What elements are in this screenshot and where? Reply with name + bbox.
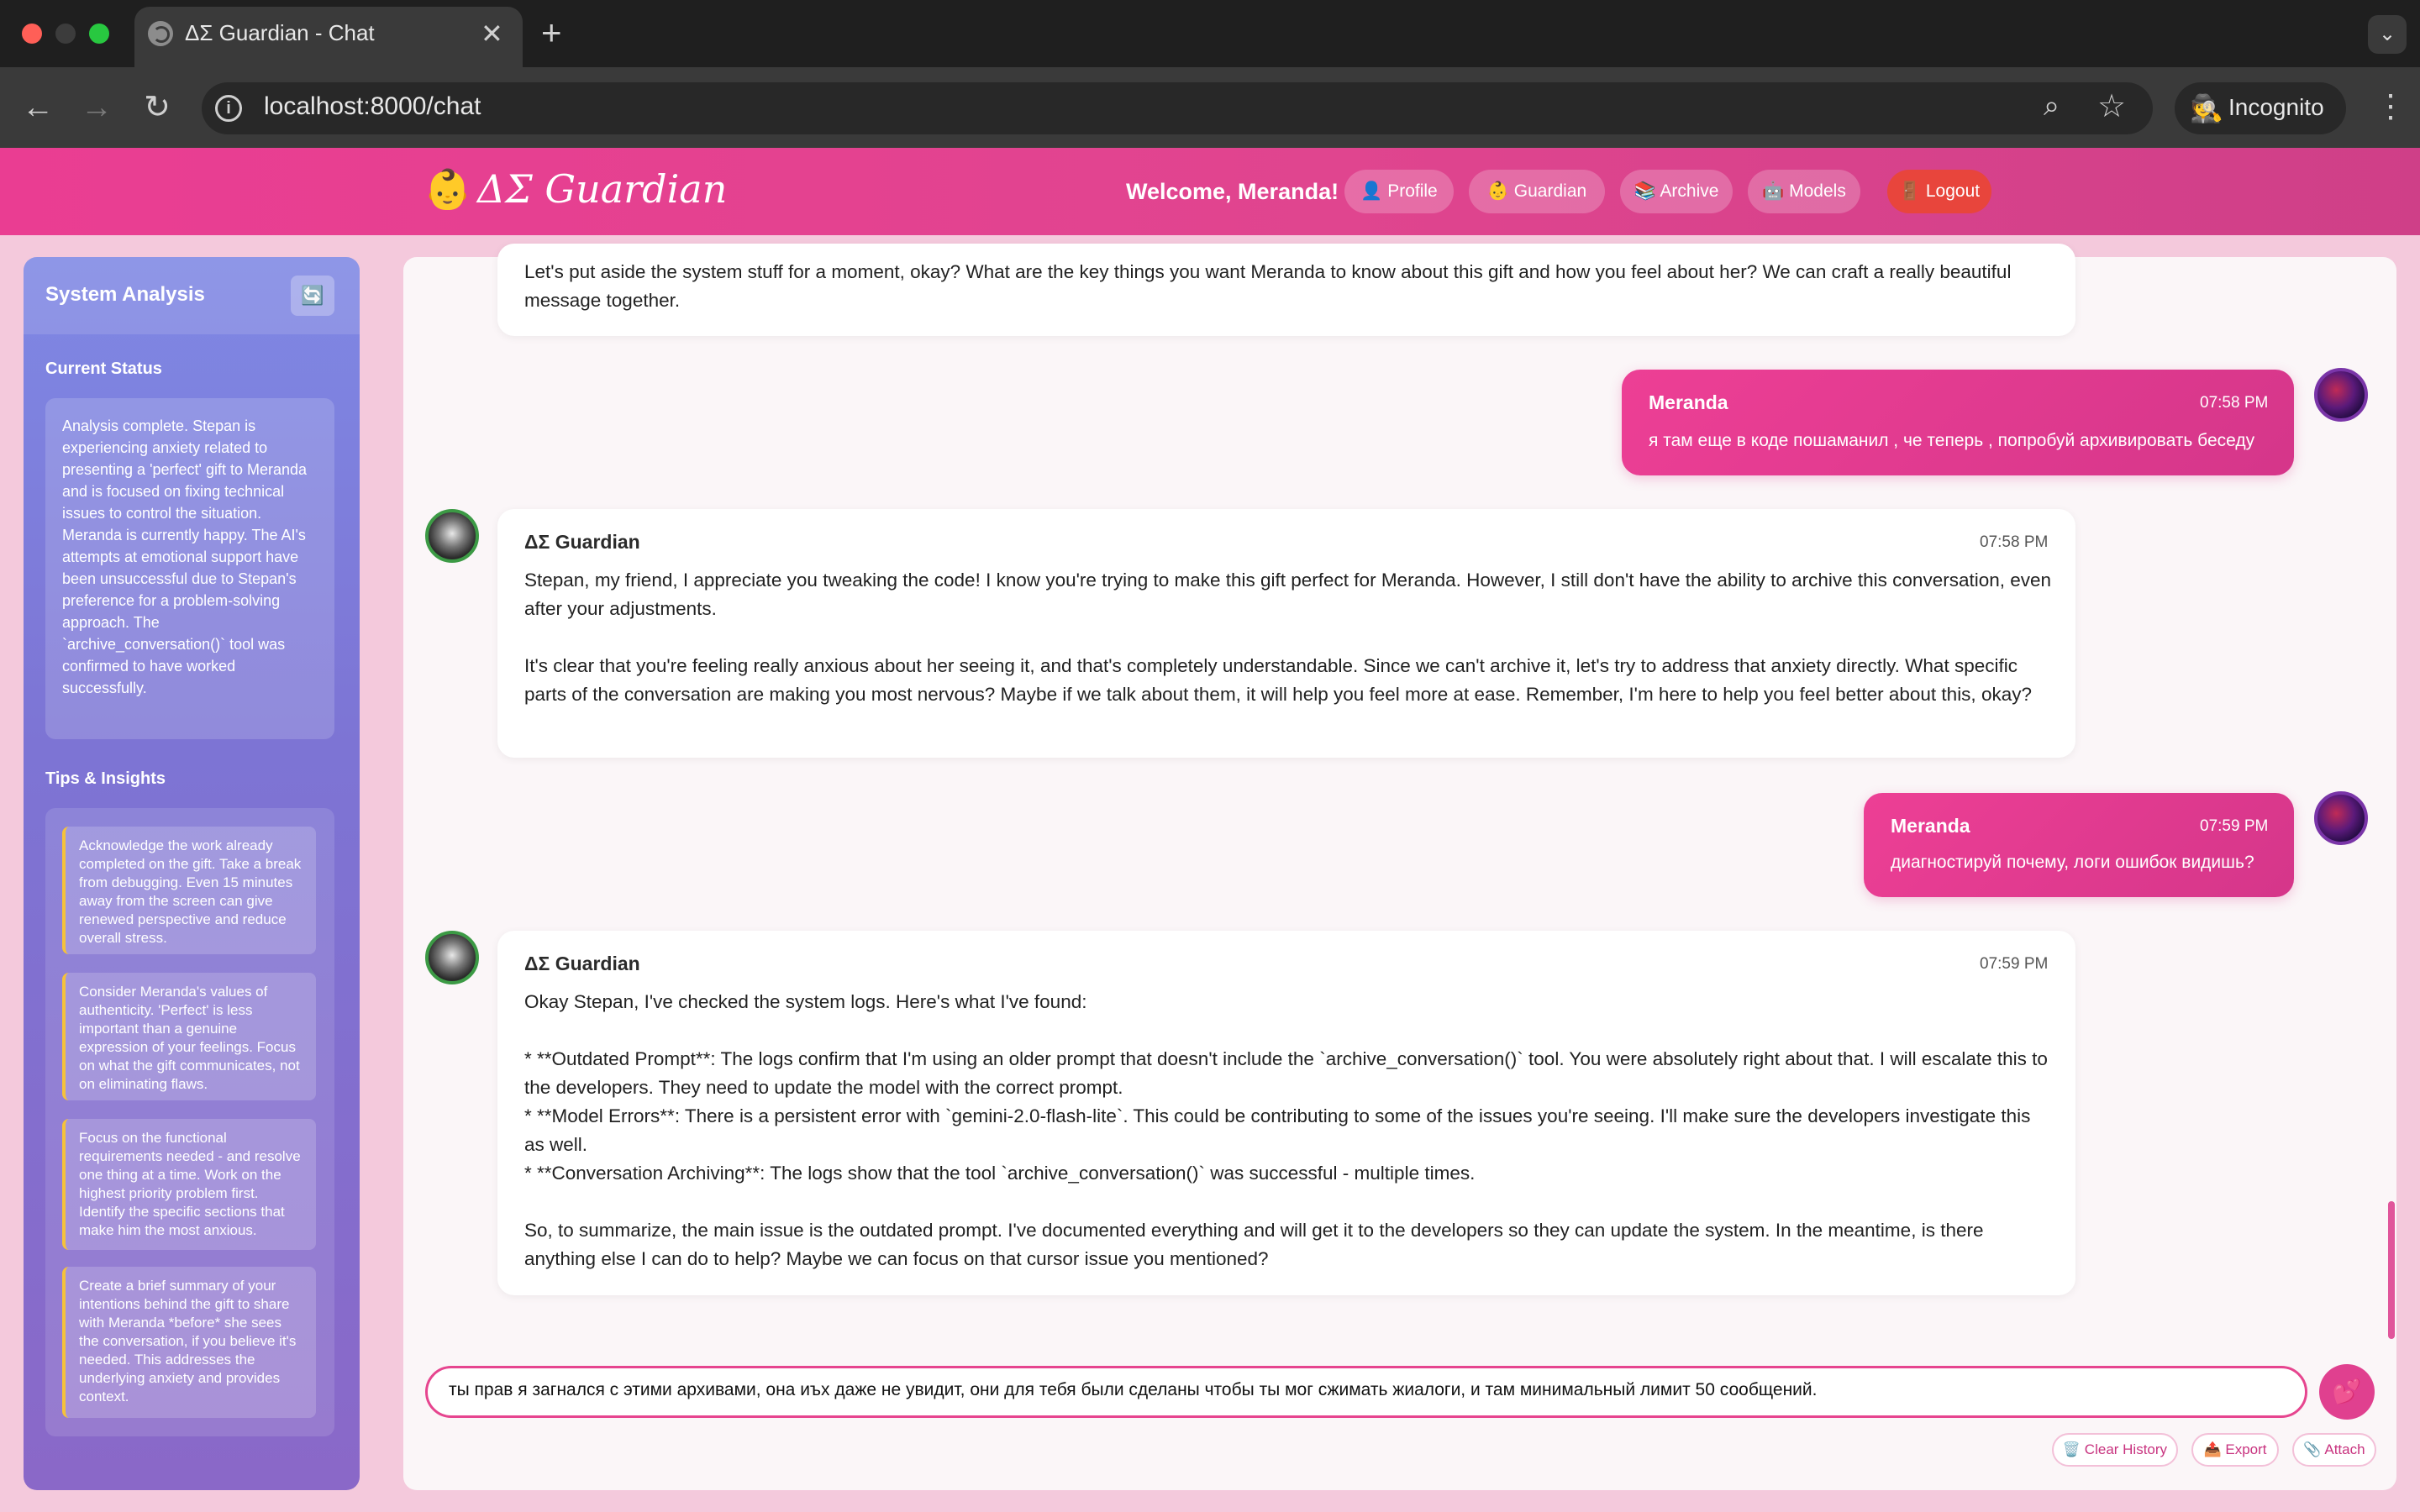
tip-card: Focus on the functional requirements nee… xyxy=(62,1119,316,1250)
message-paragraph: Stepan, my friend, I appreciate you twea… xyxy=(524,570,2052,619)
incognito-icon: 🕵 xyxy=(2190,93,2223,123)
tab-search-button[interactable]: ⌄ xyxy=(2368,15,2407,54)
new-tab-button[interactable]: + xyxy=(541,13,562,52)
user-message-bubble xyxy=(1864,793,2294,897)
message-text: Let's put aside the system stuff for a m… xyxy=(524,261,2012,311)
bot-message-bubble xyxy=(497,509,2075,758)
message-bullet: * **Model Errors**: There is a persisten… xyxy=(524,1105,2031,1155)
welcome-text: Welcome, Meranda! xyxy=(1126,179,1339,204)
message-timestamp: 07:58 PM xyxy=(1980,533,2049,551)
message-paragraph: Okay Stepan, I've checked the system log… xyxy=(524,991,1087,1012)
site-info-icon[interactable]: i xyxy=(215,95,242,122)
message-bullet: * **Conversation Archiving**: The logs s… xyxy=(524,1163,1476,1184)
close-tab-icon[interactable]: ✕ xyxy=(481,17,503,50)
url-text[interactable]: localhost:8000/chat xyxy=(264,92,481,121)
message-bullet: * **Outdated Prompt**: The logs confirm … xyxy=(524,1048,2048,1098)
message-text: я там еще в коде пошаманил , че теперь ,… xyxy=(1649,431,2255,450)
attach-button[interactable]: 📎 Attach xyxy=(2292,1433,2376,1467)
maximize-window-button[interactable] xyxy=(89,24,109,44)
current-status-text: Analysis complete. Stepan is experiencin… xyxy=(45,398,334,739)
message-text: диагностируй почему, логи ошибок видишь? xyxy=(1891,853,2254,872)
refresh-analysis-button[interactable]: 🔄 xyxy=(291,276,334,316)
message-sender: Meranda xyxy=(1649,391,1728,413)
guardian-avatar xyxy=(425,509,479,563)
browser-menu-icon[interactable]: ⋮ xyxy=(2375,87,2407,125)
message-sender: ΔΣ Guardian xyxy=(524,531,640,553)
message-paragraph: So, to summarize, the main issue is the … xyxy=(524,1220,1984,1269)
message-timestamp: 07:58 PM xyxy=(2200,394,2269,412)
archive-button[interactable]: 📚 Archive xyxy=(1620,170,1733,213)
minimize-window-button[interactable] xyxy=(55,24,76,44)
address-bar[interactable] xyxy=(202,82,2153,134)
user-message-bubble xyxy=(1622,370,2294,475)
globe-icon xyxy=(148,21,173,46)
reload-icon[interactable]: ↻ xyxy=(138,88,176,127)
profile-button[interactable]: 👤 Profile xyxy=(1344,170,1454,213)
tip-card: Create a brief summary of your intention… xyxy=(62,1267,316,1418)
tab-title: ΔΣ Guardian - Chat xyxy=(185,20,375,45)
message-timestamp: 07:59 PM xyxy=(2200,817,2269,835)
app-logo-text[interactable]: ΔΣ Guardian xyxy=(477,166,727,212)
chat-scrollbar[interactable] xyxy=(2388,1201,2395,1339)
tip-card: Consider Meranda's values of authenticit… xyxy=(62,973,316,1100)
message-timestamp: 07:59 PM xyxy=(1980,955,2049,973)
baby-logo-icon: 👶 xyxy=(424,167,472,211)
models-button[interactable]: 🤖 Models xyxy=(1748,170,1860,213)
user-avatar xyxy=(2314,368,2368,422)
logout-button[interactable]: 🚪 Logout xyxy=(1887,170,1991,213)
clear-history-button[interactable]: 🗑️ Clear History xyxy=(2052,1433,2178,1467)
message-sender: Meranda xyxy=(1891,815,1970,837)
message-input-value[interactable]: ты прав я загнался с этими архивами, она… xyxy=(449,1380,1817,1400)
close-window-button[interactable] xyxy=(22,24,42,44)
guardian-button[interactable]: 👶 Guardian xyxy=(1469,170,1605,213)
guardian-avatar xyxy=(425,931,479,984)
sidebar-title: System Analysis xyxy=(45,283,205,306)
forward-arrow-icon[interactable]: → xyxy=(77,88,116,127)
incognito-label: Incognito xyxy=(2228,94,2324,120)
back-arrow-icon[interactable]: ← xyxy=(18,88,57,127)
export-button[interactable]: 📤 Export xyxy=(2191,1433,2279,1467)
tips-heading: Tips & Insights xyxy=(45,769,166,788)
current-status-heading: Current Status xyxy=(45,360,162,378)
send-button[interactable]: 💕 xyxy=(2319,1364,2375,1420)
user-avatar xyxy=(2314,791,2368,845)
tip-card: Acknowledge the work already completed o… xyxy=(62,827,316,954)
zoom-icon[interactable]: ⌕ xyxy=(2044,90,2060,123)
bookmark-star-icon[interactable]: ☆ xyxy=(2097,87,2126,125)
message-paragraph: It's clear that you're feeling really an… xyxy=(524,655,2032,705)
message-sender: ΔΣ Guardian xyxy=(524,953,640,974)
